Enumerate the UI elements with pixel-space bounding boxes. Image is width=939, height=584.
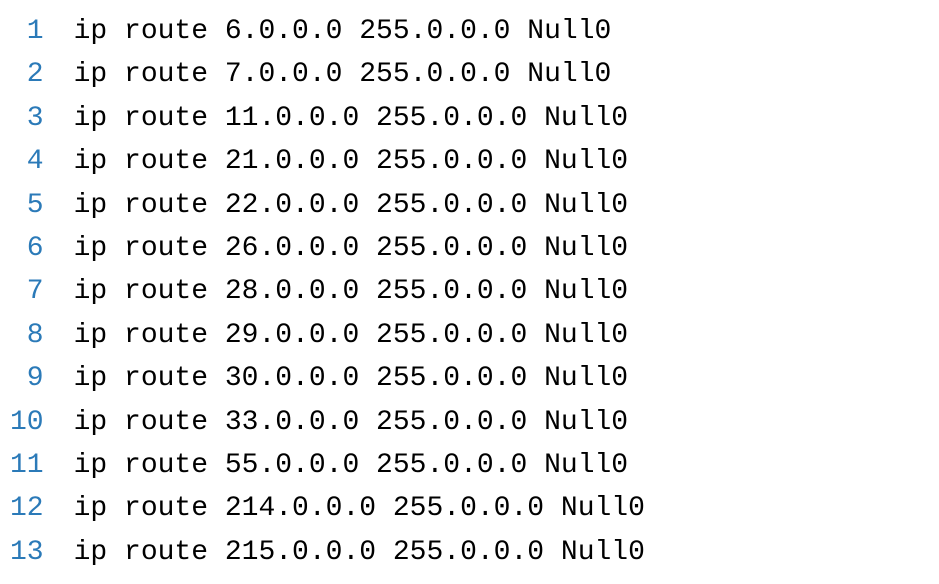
line-number: 1 xyxy=(0,10,74,53)
line-number: 4 xyxy=(0,140,74,183)
line-content: ip route 6.0.0.0 255.0.0.0 Null0 xyxy=(74,10,939,53)
line-number: 6 xyxy=(0,227,74,270)
line-number: 7 xyxy=(0,270,74,313)
line-content: ip route 26.0.0.0 255.0.0.0 Null0 xyxy=(74,227,939,270)
line-number: 12 xyxy=(0,487,74,530)
line-number: 10 xyxy=(0,401,74,444)
code-line: 5 ip route 22.0.0.0 255.0.0.0 Null0 xyxy=(0,184,939,227)
line-number: 2 xyxy=(0,53,74,96)
code-line: 11 ip route 55.0.0.0 255.0.0.0 Null0 xyxy=(0,444,939,487)
line-content: ip route 33.0.0.0 255.0.0.0 Null0 xyxy=(74,401,939,444)
code-line: 10 ip route 33.0.0.0 255.0.0.0 Null0 xyxy=(0,401,939,444)
line-content: ip route 22.0.0.0 255.0.0.0 Null0 xyxy=(74,184,939,227)
line-content: ip route 30.0.0.0 255.0.0.0 Null0 xyxy=(74,357,939,400)
code-line: 1 ip route 6.0.0.0 255.0.0.0 Null0 xyxy=(0,10,939,53)
line-number: 3 xyxy=(0,97,74,140)
line-number: 9 xyxy=(0,357,74,400)
code-line: 6 ip route 26.0.0.0 255.0.0.0 Null0 xyxy=(0,227,939,270)
code-line: 12 ip route 214.0.0.0 255.0.0.0 Null0 xyxy=(0,487,939,530)
code-line: 7 ip route 28.0.0.0 255.0.0.0 Null0 xyxy=(0,270,939,313)
line-number: 13 xyxy=(0,531,74,574)
code-line: 8 ip route 29.0.0.0 255.0.0.0 Null0 xyxy=(0,314,939,357)
code-block: 1 ip route 6.0.0.0 255.0.0.0 Null0 2 ip … xyxy=(0,10,939,574)
code-line: 4 ip route 21.0.0.0 255.0.0.0 Null0 xyxy=(0,140,939,183)
line-content: ip route 214.0.0.0 255.0.0.0 Null0 xyxy=(74,487,939,530)
line-content: ip route 11.0.0.0 255.0.0.0 Null0 xyxy=(74,97,939,140)
line-content: ip route 28.0.0.0 255.0.0.0 Null0 xyxy=(74,270,939,313)
code-line: 13 ip route 215.0.0.0 255.0.0.0 Null0 xyxy=(0,531,939,574)
code-line: 9 ip route 30.0.0.0 255.0.0.0 Null0 xyxy=(0,357,939,400)
line-content: ip route 7.0.0.0 255.0.0.0 Null0 xyxy=(74,53,939,96)
line-number: 8 xyxy=(0,314,74,357)
line-content: ip route 215.0.0.0 255.0.0.0 Null0 xyxy=(74,531,939,574)
line-content: ip route 21.0.0.0 255.0.0.0 Null0 xyxy=(74,140,939,183)
line-number: 11 xyxy=(0,444,74,487)
line-content: ip route 55.0.0.0 255.0.0.0 Null0 xyxy=(74,444,939,487)
line-content: ip route 29.0.0.0 255.0.0.0 Null0 xyxy=(74,314,939,357)
code-line: 3 ip route 11.0.0.0 255.0.0.0 Null0 xyxy=(0,97,939,140)
code-line: 2 ip route 7.0.0.0 255.0.0.0 Null0 xyxy=(0,53,939,96)
line-number: 5 xyxy=(0,184,74,227)
